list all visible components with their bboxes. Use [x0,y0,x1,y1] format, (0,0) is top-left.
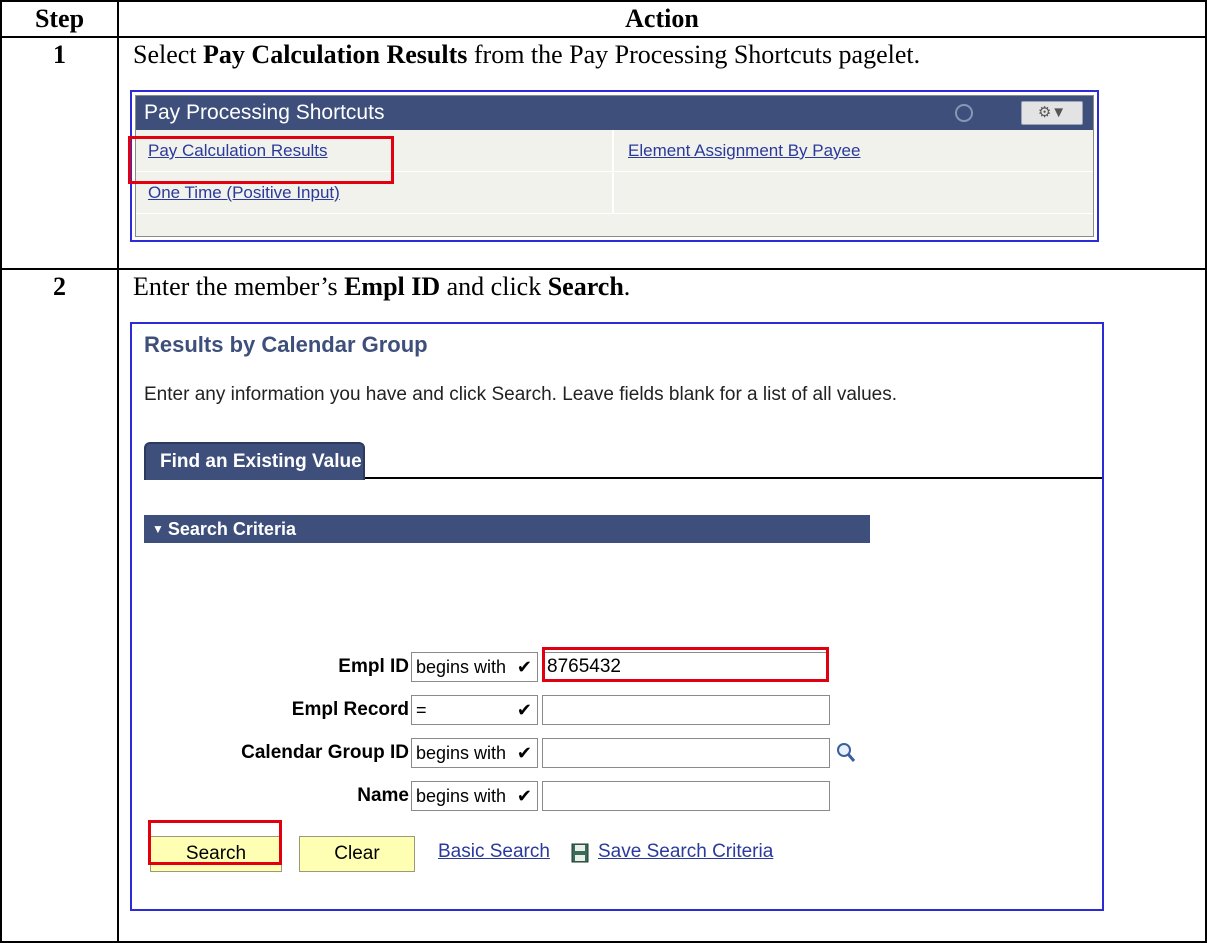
highlight-empl-id [542,647,829,682]
chevron-down-icon: ✔ [516,786,532,806]
highlight-pay-calc [128,136,394,184]
name-row: Name begins with ✔ [132,781,1102,811]
empl-record-label: Empl Record [291,699,409,720]
save-search-criteria-link[interactable]: Save Search Criteria [598,841,773,863]
pagelet-header: Pay Processing Shortcuts ⚙▼ [136,96,1093,130]
tab-divider [365,477,1102,479]
element-assignment-link[interactable]: Element Assignment By Payee [628,141,860,160]
tab-find-existing-value[interactable]: Find an Existing Value [144,442,365,480]
collapse-triangle-icon: ▼ [152,522,164,536]
pay-processing-pagelet: Pay Processing Shortcuts ⚙▼ Pay Calculat… [128,90,1099,242]
refresh-icon[interactable] [955,104,973,122]
save-icon[interactable] [570,842,590,864]
search-criteria-header[interactable]: ▼ Search Criteria [144,515,870,543]
basic-search-link[interactable]: Basic Search [438,841,550,863]
search-instructions: Enter any information you have and click… [144,384,898,405]
name-input[interactable] [542,781,830,811]
empl-id-operator-select[interactable]: begins with ✔ [411,652,538,682]
chevron-down-icon: ✔ [516,743,532,763]
action-column-header: Action [117,0,1207,38]
empl-id-label: Empl ID [338,656,409,677]
chevron-down-icon: ✔ [516,700,532,720]
chevron-down-icon: ✔ [516,657,532,677]
step-column-header: Step [0,0,119,38]
empl-record-input[interactable] [542,695,830,725]
step-number-2: 2 [0,268,119,943]
calendar-group-input[interactable] [542,738,830,768]
lookup-magnifier-icon[interactable] [836,742,856,764]
gear-icon[interactable]: ⚙▼ [1021,101,1083,125]
search-page: Results by Calendar Group Enter any info… [130,322,1104,911]
calendar-group-row: Calendar Group ID begins with ✔ [132,738,1102,768]
name-operator-select[interactable]: begins with ✔ [411,781,538,811]
empl-record-row: Empl Record = ✔ [132,695,1102,725]
step-number-1: 1 [0,36,119,270]
pagelet-title: Pay Processing Shortcuts [144,101,385,124]
calendar-group-label: Calendar Group ID [241,742,409,763]
name-label: Name [357,785,409,806]
page-title: Results by Calendar Group [144,332,428,357]
calendar-group-operator-select[interactable]: begins with ✔ [411,738,538,768]
one-time-positive-input-link[interactable]: One Time (Positive Input) [148,183,340,202]
clear-button[interactable]: Clear [299,836,415,872]
highlight-search-button [148,820,282,865]
empl-record-operator-select[interactable]: = ✔ [411,695,538,725]
